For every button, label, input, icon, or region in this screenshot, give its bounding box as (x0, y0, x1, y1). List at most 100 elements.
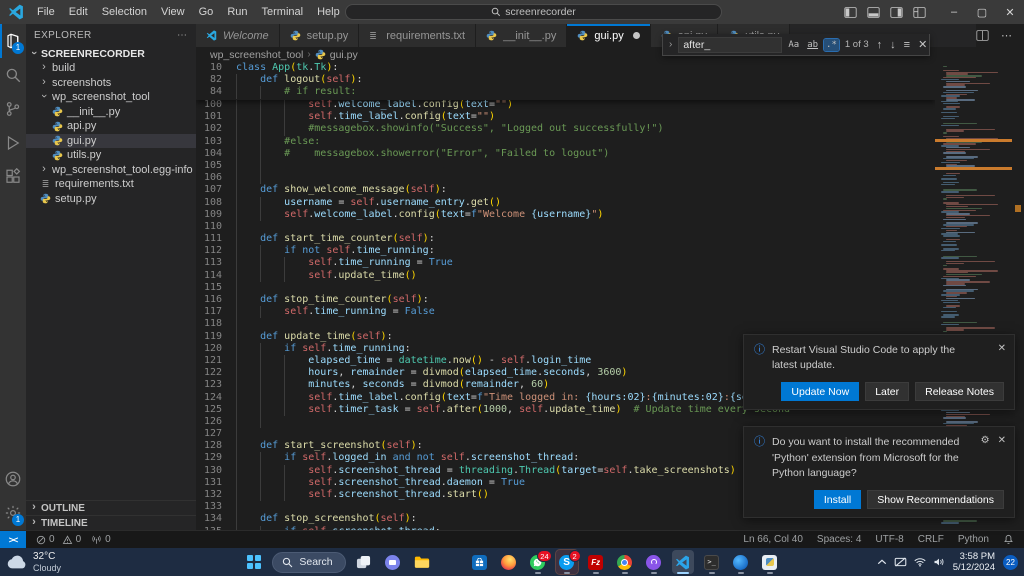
install-button[interactable]: Install (813, 490, 862, 509)
modified-dot-icon[interactable] (632, 32, 640, 39)
find-input[interactable] (678, 36, 783, 53)
menu-item-terminal[interactable]: Terminal (255, 0, 311, 24)
tree-item-requirements.txt[interactable]: ≣ requirements.txt (26, 177, 196, 192)
menu-item-selection[interactable]: Selection (95, 0, 154, 24)
taskbar-app-terminal[interactable]: >_ (701, 550, 723, 574)
settings-gear-icon[interactable]: 1 (0, 496, 26, 530)
taskbar-app-store[interactable] (469, 550, 491, 574)
tree-item-wp_screenshot_tool.egg-info[interactable]: › wp_screenshot_tool.egg-info (26, 163, 196, 178)
taskbar-app-edge[interactable] (440, 550, 462, 574)
close-find-icon[interactable]: ✕ (916, 38, 929, 51)
tree-item-__init__.py[interactable]: __init__.py (26, 105, 196, 120)
activity-source-control[interactable] (0, 92, 26, 126)
status-item[interactable]: CRLF (918, 534, 944, 545)
taskbar-app-vscode[interactable] (671, 550, 694, 574)
activity-run-debug[interactable] (0, 126, 26, 160)
later-button[interactable]: Later (865, 382, 910, 402)
menu-item-help[interactable]: Help (310, 0, 347, 24)
tree-item-label: wp_screenshot_tool (52, 91, 150, 104)
close-button[interactable]: ✕ (996, 0, 1024, 24)
find-in-selection-icon[interactable]: ≡ (902, 39, 912, 51)
activity-explorer[interactable]: 1 (0, 24, 26, 58)
tab-requirements-txt[interactable]: ≣ requirements.txt (359, 24, 477, 47)
toggle-panel-icon[interactable] (867, 6, 880, 19)
start-button[interactable] (243, 550, 265, 574)
toggle-replace-icon[interactable]: › (667, 39, 674, 50)
volume-icon[interactable] (933, 557, 945, 567)
menu-item-edit[interactable]: Edit (62, 0, 95, 24)
maximize-button[interactable]: ▢ (968, 0, 996, 24)
toggle-secondary-sidebar-icon[interactable] (890, 6, 903, 19)
wifi-icon[interactable] (914, 557, 926, 567)
whole-word-icon[interactable]: ab (805, 39, 820, 51)
taskbar-app-whatsapp[interactable]: 24 (527, 550, 552, 574)
tree-item-wp_screenshot_tool[interactable]: › wp_screenshot_tool (26, 90, 196, 105)
outline-panel[interactable]: › OUTLINE (26, 500, 196, 515)
taskbar-app-clipchamp[interactable] (643, 550, 665, 574)
tree-item-label: wp_screenshot_tool.egg-info (52, 163, 193, 176)
tree-item-setup.py[interactable]: setup.py (26, 192, 196, 207)
tree-item-utils.py[interactable]: utils.py (26, 148, 196, 163)
taskbar-app-task-view[interactable] (353, 550, 375, 574)
timeline-panel[interactable]: › TIMELINE (26, 515, 196, 530)
regex-icon[interactable]: .* (823, 37, 840, 52)
tree-item-gui.py[interactable]: gui.py (26, 133, 196, 148)
menu-item-file[interactable]: File (30, 0, 62, 24)
notification-close-icon[interactable]: ✕ (998, 435, 1006, 446)
notification-count-badge[interactable]: 22 (1003, 554, 1018, 570)
status-item[interactable]: UTF-8 (875, 534, 903, 545)
notification-close-icon[interactable]: ✕ (998, 343, 1006, 354)
release-notes-button[interactable]: Release Notes (915, 382, 1004, 402)
taskbar-app-thunderbird[interactable] (730, 550, 752, 574)
notifications-bell-icon[interactable] (1003, 534, 1014, 545)
menu-item-go[interactable]: Go (192, 0, 221, 24)
breadcrumb-file[interactable]: gui.py (330, 49, 358, 61)
notification-gear-icon[interactable]: ⚙ (981, 435, 990, 446)
remote-indicator[interactable]: >< (0, 530, 26, 549)
status-item[interactable]: Python (958, 534, 989, 545)
split-editor-icon[interactable] (976, 29, 989, 42)
taskbar-app-file-explorer[interactable] (411, 550, 433, 574)
tab-setup-py[interactable]: setup.py (279, 24, 360, 47)
tree-item-build[interactable]: › build (26, 61, 196, 76)
activity-search[interactable] (0, 58, 26, 92)
tab-__init__-py[interactable]: __init__.py (476, 24, 568, 47)
editor-more-actions-icon[interactable]: ⋯ (1001, 29, 1012, 42)
taskbar-clock[interactable]: 3:58 PM 5/12/2024 (953, 551, 995, 574)
menu-item-view[interactable]: View (154, 0, 192, 24)
taskbar-search[interactable]: Search (272, 551, 346, 573)
taskbar-app-chat[interactable] (382, 550, 404, 574)
taskbar-app-firefox[interactable] (498, 550, 520, 574)
customize-layout-icon[interactable] (913, 6, 926, 19)
taskbar-app-chrome[interactable] (614, 550, 636, 574)
command-center-search[interactable]: screenrecorder (345, 4, 722, 20)
account-icon[interactable] (0, 462, 26, 496)
tab-gui-py[interactable]: gui.py (567, 24, 651, 47)
taskbar-app-filezilla[interactable]: Fz (585, 550, 607, 574)
tree-item-api.py[interactable]: api.py (26, 119, 196, 134)
cast-off-icon[interactable] (894, 557, 907, 567)
tree-item-label: gui.py (67, 134, 97, 147)
tray-chevron-up-icon[interactable] (877, 558, 887, 566)
tree-item-screenshots[interactable]: › screenshots (26, 76, 196, 91)
status-item[interactable]: Spaces: 4 (817, 534, 861, 545)
explorer-actions-icon[interactable]: ⋯ (177, 30, 188, 41)
tab-Welcome[interactable]: Welcome (196, 24, 280, 47)
next-match-icon[interactable]: ↓ (888, 39, 898, 51)
activity-extensions[interactable] (0, 160, 26, 194)
menu-item-run[interactable]: Run (220, 0, 254, 24)
status-item[interactable]: Ln 66, Col 40 (743, 534, 803, 545)
show-recommendations-button[interactable]: Show Recommendations (867, 490, 1004, 509)
toggle-sidebar-icon[interactable] (844, 6, 857, 19)
update-now-button[interactable]: Update Now (781, 382, 860, 402)
taskbar-app-python-app[interactable] (759, 550, 781, 574)
ports-indicator[interactable]: 0 (91, 534, 111, 545)
workspace-root[interactable]: › SCREENRECORDER (26, 46, 196, 61)
minimize-button[interactable]: – (940, 0, 968, 24)
match-case-icon[interactable]: Aa (786, 39, 801, 51)
taskbar-weather-widget[interactable]: 32°C Cloudy (6, 551, 61, 573)
previous-match-icon[interactable]: ↑ (875, 39, 885, 51)
taskbar-app-skype[interactable]: S2 (554, 549, 581, 575)
problems-indicator[interactable]: 0 0 (36, 534, 81, 545)
breadcrumb-folder[interactable]: wp_screenshot_tool (210, 49, 303, 61)
